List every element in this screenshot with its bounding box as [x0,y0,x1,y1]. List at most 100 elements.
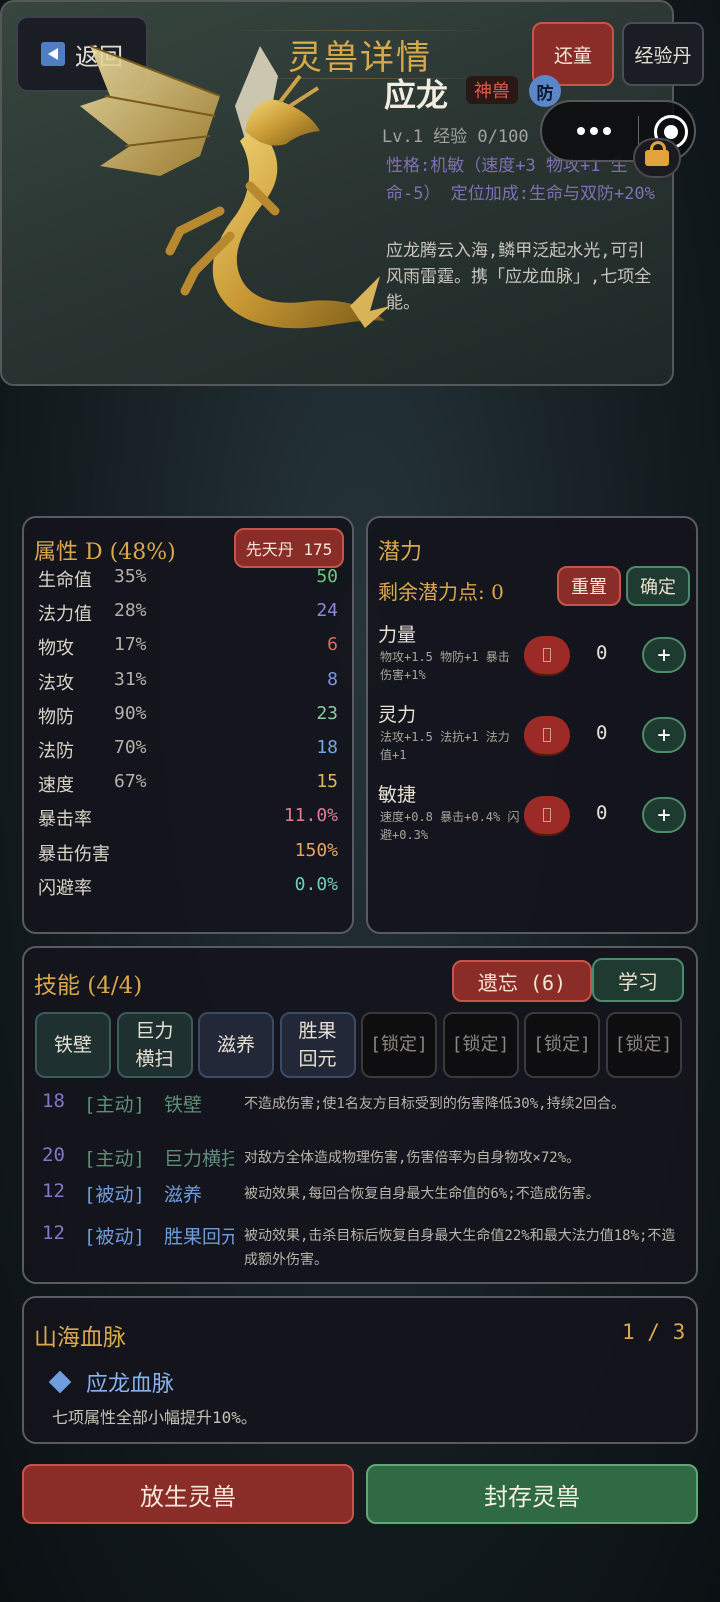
attribute-value: 8 [327,668,338,690]
attribute-row: 生命值 35% 50 [38,566,338,591]
attribute-name: 生命值 [38,570,92,591]
skill-slot[interactable]: 巨力横扫 [116,1012,193,1078]
potential-value: 0 [596,722,608,744]
skill-type: [主动] [84,1094,145,1116]
skill-type: [主动] [84,1148,145,1170]
skill-slot-label: [锁定] [533,1034,591,1055]
potential-value: 0 [596,642,608,664]
skill-slot-locked[interactable]: [锁定] [524,1012,600,1078]
level-exp-text: Lv.1 经验 0/100 [382,127,529,147]
skill-row[interactable]: 18 [主动] 铁壁 不造成伤害;使1名友方目标受到的伤害降低30%,持续2回合。 [42,1090,682,1120]
attribute-value: 23 [316,702,338,724]
attribute-name: 速度 [38,775,74,797]
skill-slot-label: 巨力横扫 [135,1020,174,1070]
skill-slot-label: 铁壁 [53,1034,92,1056]
seal-pet-button[interactable]: 封存灵兽 [366,1464,698,1524]
skill-row[interactable]: 12 [被动] 胜果回元 被动效果,击杀目标后恢复自身最大生命值22%和最大法力值18… [42,1222,682,1268]
attribute-value: 24 [316,600,338,622]
attribute-value: 0.0% [294,873,338,895]
attribute-row: 法攻 31% 8 [38,668,338,694]
bloodline-desc: 七项属性全部小幅提升10%。 [52,1408,257,1427]
attribute-row: 法防 70% 18 [38,737,338,762]
minus-button[interactable] [524,636,570,674]
skill-slot-locked[interactable]: [锁定] [605,1012,682,1078]
attribute-name: 暴击率 [38,809,92,831]
skill-row[interactable]: 12 [被动] 滋养 被动效果,每回合恢复自身最大生命值的6%;不造成伤害。 [42,1180,682,1210]
potential-effect: 速度+0.8 暴击+0.4% 闪避+0.3% [380,810,520,842]
minus-button[interactable] [524,716,570,754]
reset-button[interactable]: 重置 [557,566,621,606]
bloodline-count: 1 / 3 [622,1320,686,1344]
remaining-points: 剩余潜力点: 0 [378,580,504,604]
attribute-percent: 31% [114,668,147,690]
skill-slot[interactable]: 铁壁 [35,1012,111,1078]
attribute-percent: 90% [114,702,147,724]
skill-slot[interactable]: 胜果回元 [279,1012,356,1078]
attribute-name: 法力值 [38,604,92,626]
dragon-portrait [80,45,390,329]
attribute-name: 法攻 [38,672,74,694]
forget-skill-button[interactable]: 遗忘 (6) [452,960,592,1002]
attribute-row: 法力值 28% 24 [38,600,338,626]
plus-button[interactable]: + [642,717,686,753]
minus-icon [543,648,551,662]
skill-slot-locked[interactable]: [锁定] [361,1012,437,1078]
skill-slot-locked[interactable]: [锁定] [442,1012,519,1078]
confirm-button[interactable]: 确定 [626,566,690,606]
defense-role-badge: 防 [529,75,561,107]
skill-desc: 被动效果,击杀目标后恢复自身最大生命值22%和最大法力值18%;不造成额外伤害。 [244,1228,676,1268]
minus-button[interactable] [524,796,570,834]
attributes-title: 属性 D (48%) [34,540,176,565]
plus-button[interactable]: + [642,637,686,673]
attribute-percent: 28% [114,600,147,622]
skill-slot[interactable]: 滋养 [198,1012,274,1078]
attribute-value: 11.0% [283,805,338,827]
attribute-row: 物攻 17% 6 [38,634,338,660]
pet-name: 应龙 [384,76,449,114]
bloodline-name: 应龙血脉 [86,1372,175,1397]
attribute-row: 暴击伤害 150% [38,840,338,865]
release-pet-button[interactable]: 放生灵兽 [22,1464,354,1524]
skill-level: 18 [42,1090,65,1112]
attribute-row: 暴击率 11.0% [38,805,338,831]
skill-desc: 对敌方全体造成物理伤害,伤害倍率为自身物攻×72%。 [244,1150,581,1166]
exp-pill-button[interactable]: 经验丹 [622,22,704,86]
attribute-row: 物防 90% 23 [38,702,338,728]
lock-icon[interactable] [633,138,681,178]
potential-effect: 物攻+1.5 物防+1 暴击伤害+1% [380,650,510,682]
attribute-name: 物防 [38,706,74,728]
skill-slot-label: [锁定] [614,1034,673,1055]
skill-slot-label: [锁定] [451,1034,510,1055]
minus-icon [543,808,551,822]
skill-row[interactable]: 20 [主动] 巨力横扫 对敌方全体造成物理伤害,伤害倍率为自身物攻×72%。 [42,1144,682,1174]
potential-title: 潜力 [378,540,423,565]
xiantian-pill-button[interactable]: 先天丹 175 [234,528,344,568]
skill-level: 20 [42,1144,65,1166]
potential-effect: 法攻+1.5 法抗+1 法力值+1 [380,730,510,762]
attribute-value: 15 [316,771,338,793]
skill-type: [被动] [84,1226,145,1248]
attribute-name: 法防 [38,741,74,762]
attribute-name: 物攻 [38,638,74,660]
skills-title: 技能 (4/4) [34,973,143,999]
skill-slot-label: 滋养 [216,1034,255,1056]
plus-button[interactable]: + [642,797,686,833]
potential-name: 灵力 [378,704,417,726]
potential-name: 力量 [378,624,417,646]
potential-name: 敏捷 [378,784,417,806]
rarity-badge: 神兽 [466,76,518,104]
attribute-value: 18 [316,737,338,758]
attribute-name: 闪避率 [38,877,92,899]
skill-name: 巨力横扫 [164,1148,234,1170]
skill-name: 滋养 [164,1184,203,1206]
bloodline-title: 山海血脉 [34,1325,126,1351]
more-icon[interactable] [564,115,624,147]
attribute-value: 50 [316,566,338,587]
skill-level: 12 [42,1180,65,1202]
attribute-percent: 67% [114,771,147,793]
attribute-percent: 35% [114,566,147,587]
learn-skill-button[interactable]: 学习 [592,958,684,1002]
attribute-value: 6 [327,634,338,656]
skill-desc: 不造成伤害;使1名友方目标受到的伤害降低30%,持续2回合。 [244,1096,625,1112]
skill-slot-label: 胜果回元 [298,1020,337,1070]
